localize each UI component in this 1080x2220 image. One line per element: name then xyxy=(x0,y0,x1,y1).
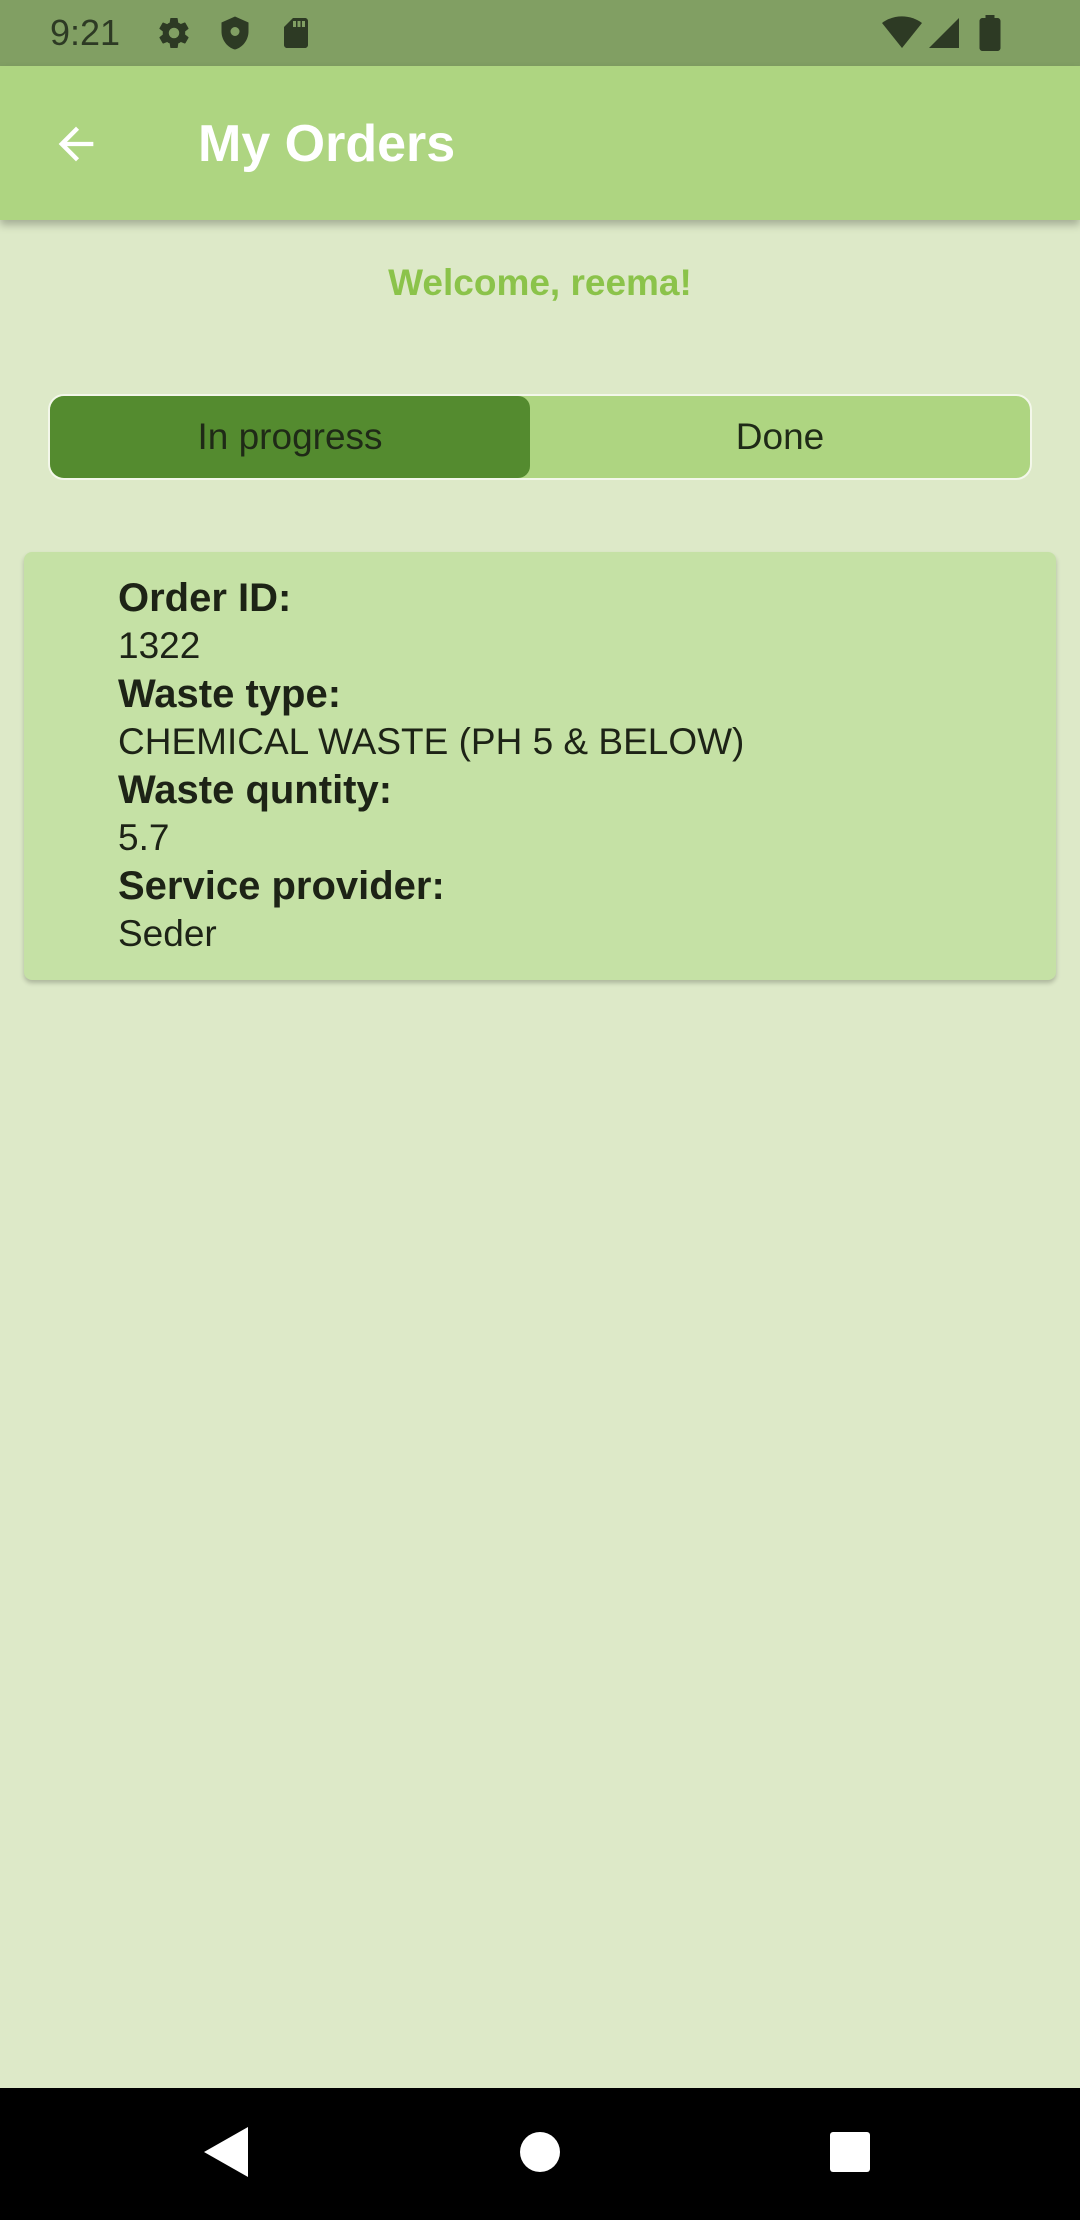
waste-quantity-value: 5.7 xyxy=(118,817,170,858)
shield-icon xyxy=(217,15,253,51)
system-nav-bar xyxy=(0,2088,1080,2220)
service-provider-value: Seder xyxy=(118,913,217,954)
nav-home-button[interactable] xyxy=(500,2114,580,2194)
recents-square-icon xyxy=(829,2131,871,2178)
wifi-icon xyxy=(882,15,922,51)
order-card[interactable]: Order ID: 1322 Waste type: CHEMICAL WAST… xyxy=(24,552,1056,980)
waste-type-value: CHEMICAL WASTE (PH 5 & BELOW) xyxy=(118,721,745,762)
order-status-tabs: In progress Done xyxy=(48,394,1032,480)
service-provider-label: Service provider: xyxy=(118,864,445,908)
welcome-message: Welcome, reema! xyxy=(388,262,692,303)
status-time: 9:21 xyxy=(50,12,121,53)
waste-quantity-label: Waste quntity: xyxy=(118,768,393,812)
page-title: My Orders xyxy=(198,115,456,173)
order-id-label: Order ID: xyxy=(118,576,292,620)
arrow-back-icon xyxy=(50,118,102,175)
sd-card-icon xyxy=(278,15,314,51)
gear-icon xyxy=(156,15,192,51)
back-triangle-icon xyxy=(204,2126,248,2182)
battery-icon xyxy=(976,15,1012,51)
back-button[interactable] xyxy=(36,106,116,186)
signal-icon xyxy=(926,15,962,51)
waste-type-label: Waste type: xyxy=(118,672,342,716)
order-details: Order ID: 1322 Waste type: CHEMICAL WAST… xyxy=(118,574,1036,958)
app-bar: My Orders xyxy=(0,66,1080,220)
order-id-value: 1322 xyxy=(118,625,201,666)
tab-done[interactable]: Done xyxy=(530,396,1030,478)
status-bar: 9:21 xyxy=(0,0,1080,66)
tab-in-progress[interactable]: In progress xyxy=(50,396,530,478)
nav-back-button[interactable] xyxy=(186,2114,266,2194)
nav-recents-button[interactable] xyxy=(810,2114,890,2194)
screen: 9:21 My Orders Welcome, reema! In progre… xyxy=(0,0,1080,2220)
home-circle-icon xyxy=(519,2131,561,2178)
